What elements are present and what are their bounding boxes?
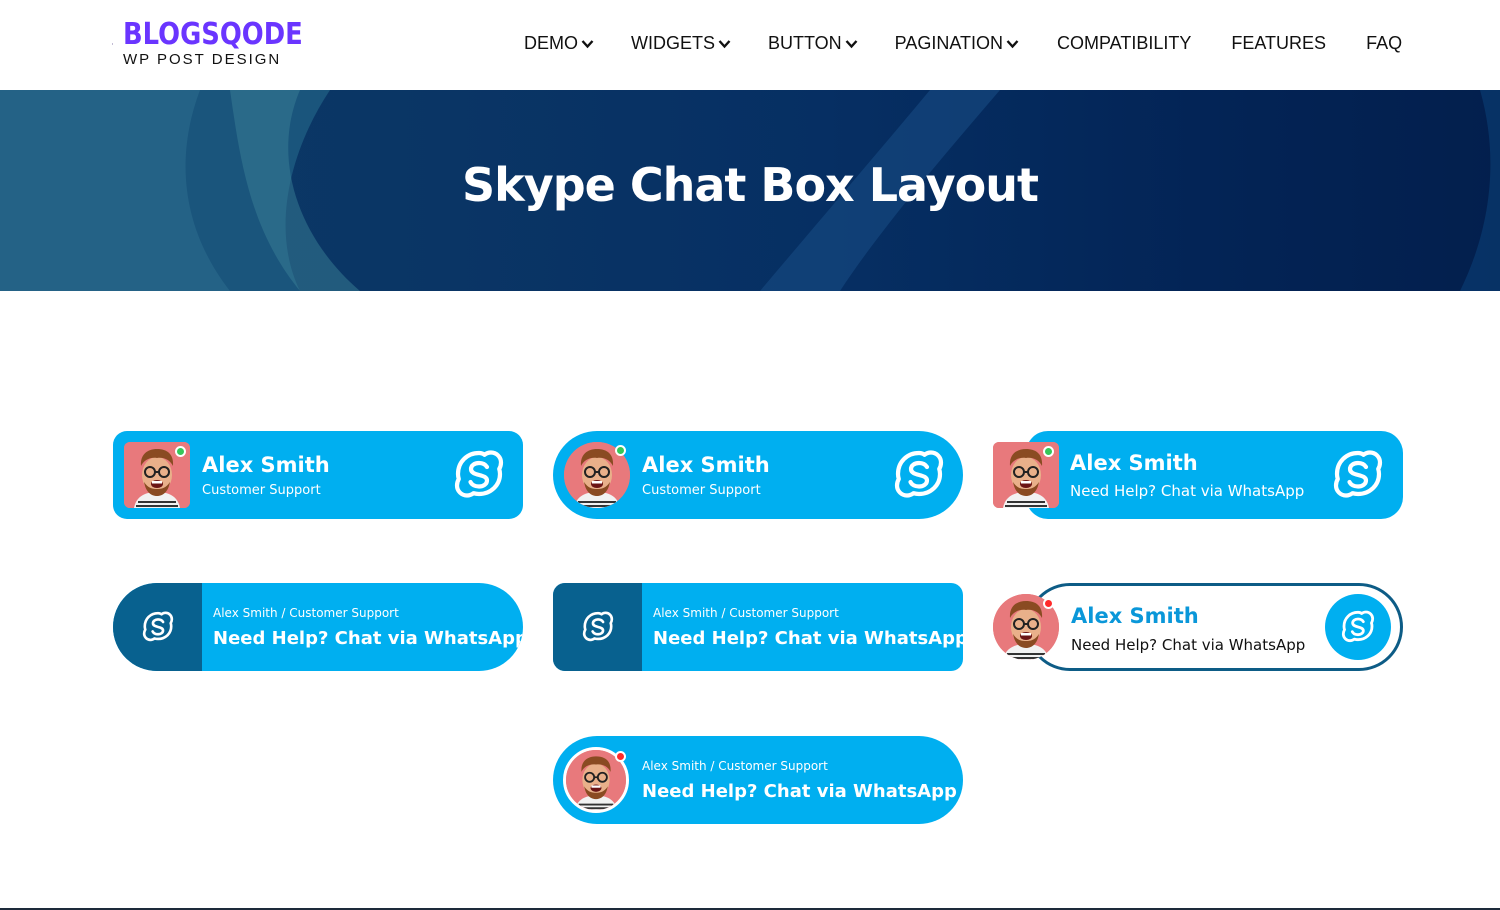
agent-name-role: Alex Smith / Customer Support xyxy=(653,606,839,620)
online-status-dot xyxy=(615,445,626,456)
help-text: Need Help? Chat via WhatsApp xyxy=(653,628,963,649)
nav-item-demo[interactable]: DEMO xyxy=(524,33,594,54)
nav-label: COMPATIBILITY xyxy=(1057,33,1192,53)
chevron-down-icon xyxy=(718,39,731,48)
nav-item-button[interactable]: BUTTON xyxy=(768,33,858,54)
help-text: Need Help? Chat via WhatsApp xyxy=(1071,636,1306,654)
online-status-dot xyxy=(175,446,186,457)
help-text: Need Help? Chat via WhatsApp xyxy=(213,628,523,649)
nav-item-widgets[interactable]: WIDGETS xyxy=(631,33,731,54)
chevron-down-icon xyxy=(845,39,858,48)
skype-chat-box-2[interactable]: Alex Smith Customer Support xyxy=(553,431,963,519)
skype-icon xyxy=(141,610,175,644)
nav-label: FEATURES xyxy=(1231,33,1327,53)
nav-item-faq[interactable]: FAQ xyxy=(1366,33,1402,54)
skype-icon xyxy=(452,448,506,502)
skype-chat-box-7[interactable]: Alex Smith / Customer Support Need Help?… xyxy=(553,736,963,824)
skype-icon-panel xyxy=(553,583,642,671)
main-nav: DEMO WIDGETS BUTTON PAGINATION COMPATIBI… xyxy=(524,33,1402,54)
skype-chat-box-1[interactable]: Alex Smith Customer Support xyxy=(113,431,523,519)
agent-role: Customer Support xyxy=(202,483,321,498)
logo-b-icon xyxy=(112,43,113,45)
nav-label: DEMO xyxy=(524,33,578,53)
nav-label: FAQ xyxy=(1366,33,1403,53)
skype-icon-circle xyxy=(1325,594,1391,660)
agent-name: Alex Smith xyxy=(202,453,330,477)
skype-icon-panel xyxy=(113,583,202,671)
agent-name: Alex Smith xyxy=(642,453,770,477)
chevron-down-icon xyxy=(581,39,594,48)
agent-name-role: Alex Smith / Customer Support xyxy=(642,759,828,773)
nav-label: PAGINATION xyxy=(894,33,1004,53)
help-text: Need Help? Chat via WhatsApp xyxy=(642,781,957,802)
nav-label: BUTTON xyxy=(768,33,842,53)
busy-status-dot xyxy=(615,751,626,762)
skype-icon xyxy=(581,610,615,644)
brand-subtitle: WP POST DESIGN xyxy=(122,51,282,68)
skype-chat-box-6[interactable]: Alex Smith Need Help? Chat via WhatsApp xyxy=(1026,583,1403,671)
nav-item-compatibility[interactable]: COMPATIBILITY xyxy=(1057,33,1191,54)
skype-chat-box-3[interactable]: Alex Smith Need Help? Chat via WhatsApp xyxy=(1026,431,1403,519)
help-text: Need Help? Chat via WhatsApp xyxy=(1070,482,1305,500)
busy-status-dot xyxy=(1043,598,1054,609)
skype-icon xyxy=(892,448,946,502)
site-header: BLOGSQODE WP POST DESIGN DEMO WIDGETS BU… xyxy=(0,0,1500,90)
nav-item-features[interactable]: FEATURES xyxy=(1231,33,1326,54)
nav-label: WIDGETS xyxy=(631,33,715,53)
agent-name: Alex Smith xyxy=(1070,451,1198,475)
chevron-down-icon xyxy=(1006,39,1019,48)
page-banner: Skype Chat Box Layout xyxy=(0,90,1500,291)
page-title: Skype Chat Box Layout xyxy=(461,158,1039,212)
skype-icon xyxy=(1340,609,1376,645)
online-status-dot xyxy=(1043,446,1054,457)
agent-name: Alex Smith xyxy=(1071,604,1199,628)
skype-chat-box-5[interactable]: Alex Smith / Customer Support Need Help?… xyxy=(553,583,963,671)
agent-name-role: Alex Smith / Customer Support xyxy=(213,606,399,620)
skype-icon xyxy=(1331,448,1385,502)
brand-name: BLOGSQODE xyxy=(122,17,303,52)
site-logo[interactable]: BLOGSQODE WP POST DESIGN xyxy=(112,16,332,72)
skype-chat-box-4[interactable]: Alex Smith / Customer Support Need Help?… xyxy=(113,583,523,671)
nav-item-pagination[interactable]: PAGINATION xyxy=(895,33,1019,54)
agent-role: Customer Support xyxy=(642,483,761,498)
